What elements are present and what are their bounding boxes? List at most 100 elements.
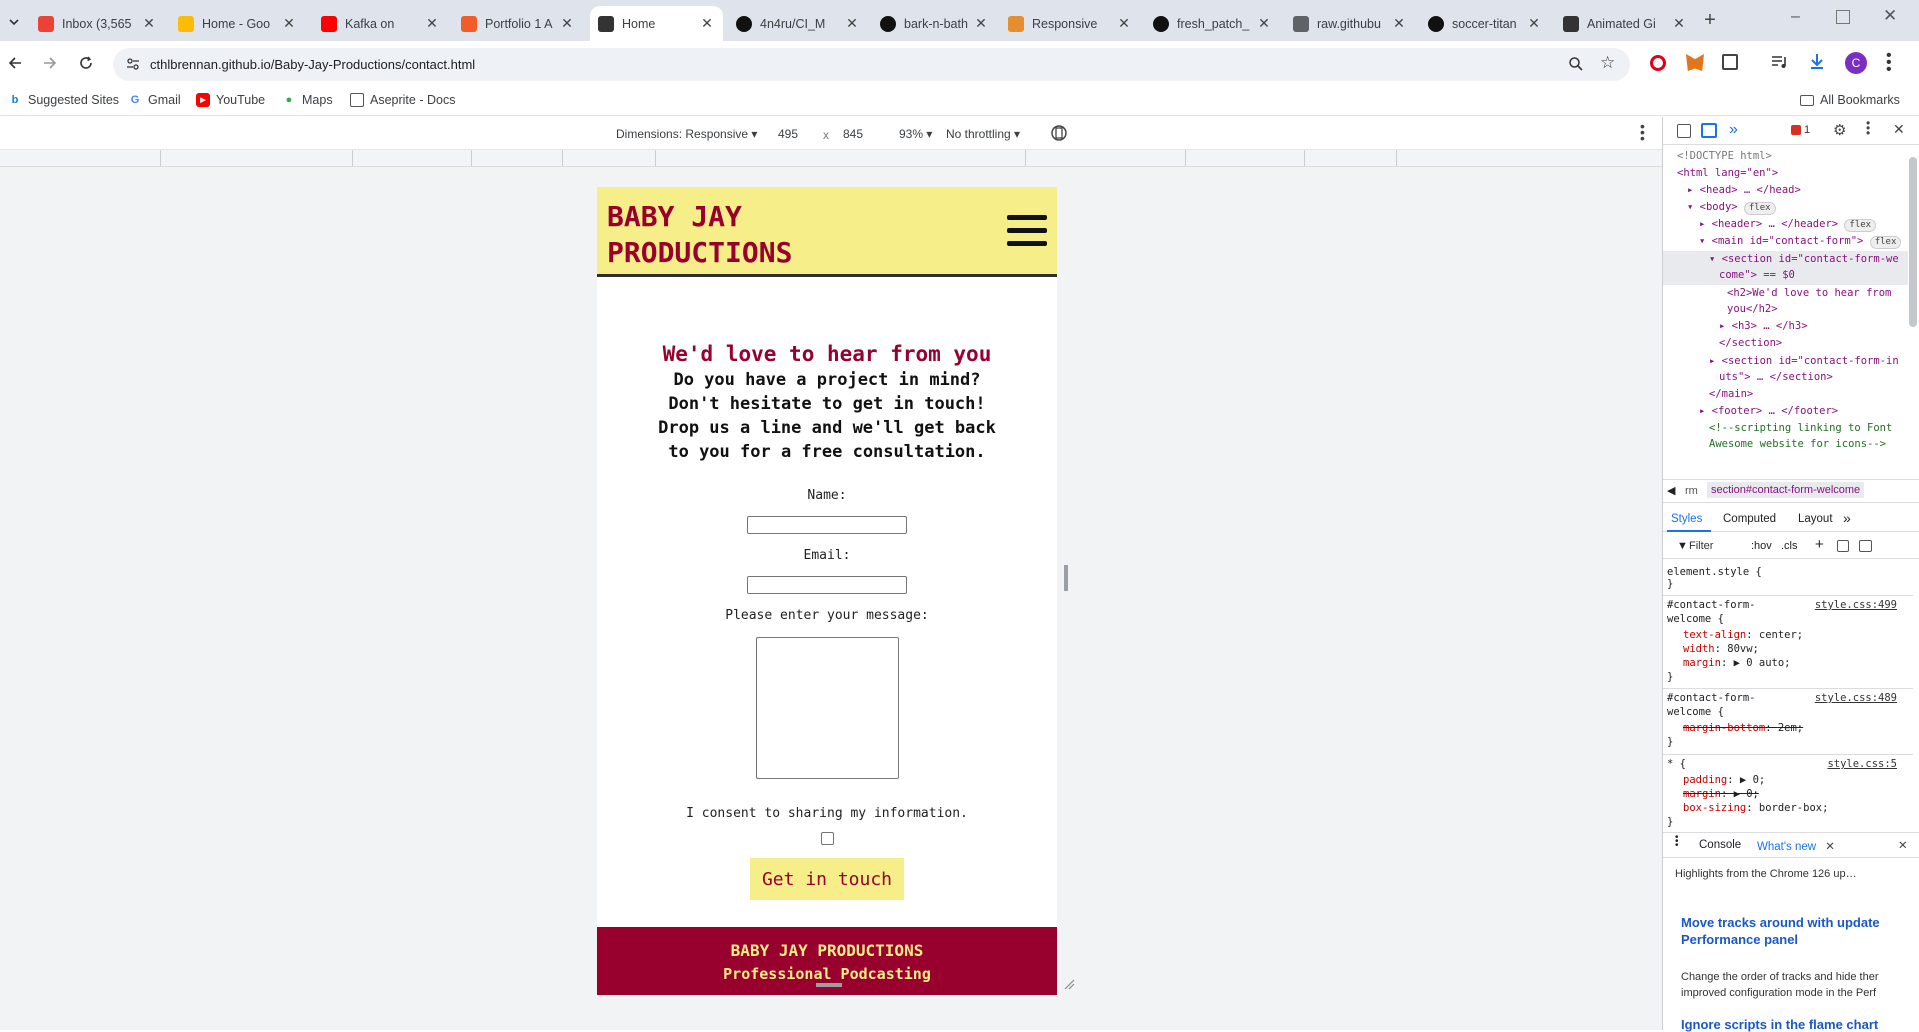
tab-item[interactable]: raw.githubu ✕ <box>1285 6 1415 41</box>
tab-item[interactable]: fresh_patch_ ✕ <box>1145 6 1280 41</box>
inspect-element-icon[interactable] <box>1677 124 1691 138</box>
flex-badge[interactable]: flex <box>1844 219 1877 232</box>
throttling-dropdown[interactable]: No throttling ▾ <box>946 127 1020 141</box>
tab-console[interactable]: Console <box>1699 839 1741 851</box>
media-controls-icon[interactable] <box>1771 54 1789 70</box>
rotate-icon[interactable] <box>1050 124 1068 142</box>
tab-close-icon[interactable]: ✕ <box>973 15 989 32</box>
metamask-extension-icon[interactable] <box>1686 54 1704 71</box>
whats-new-title[interactable]: Move tracks around with update Performan… <box>1681 914 1919 948</box>
message-textarea[interactable] <box>756 637 899 779</box>
maximize-button[interactable] <box>1836 10 1850 24</box>
cls-toggle[interactable]: .cls <box>1781 540 1798 552</box>
close-devtools-icon[interactable]: ✕ <box>1893 121 1905 138</box>
tab-item[interactable]: 4n4ru/CI_M ✕ <box>728 6 868 41</box>
dom-scrollbar[interactable] <box>1909 157 1917 327</box>
rule-decl[interactable]: box-sizing: border-box; <box>1667 801 1907 815</box>
more-panels-icon[interactable]: » <box>1729 121 1738 139</box>
tab-close-icon[interactable]: ✕ <box>559 15 575 32</box>
tab-search-button[interactable] <box>4 12 24 32</box>
dom-line[interactable]: <!--scripting linking to Font <box>1709 422 1892 434</box>
dom-line[interactable]: Awesome website for icons--> <box>1709 438 1886 450</box>
rule-decl[interactable]: margin: ▶ 0; <box>1667 787 1907 801</box>
dom-line[interactable]: <html lang="en"> <box>1677 167 1778 179</box>
zoom-dropdown[interactable]: 93% ▾ <box>899 127 932 141</box>
dom-line[interactable]: ▸ <h3> … </h3> <box>1719 320 1808 332</box>
breadcrumb-item[interactable]: rm <box>1685 485 1698 497</box>
dom-line[interactable]: ▾ <section id="contact-form-we <box>1709 253 1899 265</box>
rule-decl[interactable]: margin: ▶ 0 auto; <box>1667 656 1907 670</box>
tab-item[interactable]: soccer-titan ✕ <box>1420 6 1550 41</box>
close-window-button[interactable]: ✕ <box>1883 6 1899 26</box>
name-input[interactable] <box>747 516 907 534</box>
tab-item[interactable]: Kafka on ✕ <box>313 6 448 41</box>
tab-close-icon[interactable]: ✕ <box>699 15 715 32</box>
new-tab-button[interactable]: + <box>1700 10 1720 30</box>
drawer-menu-icon[interactable]: • • • <box>1675 833 1679 851</box>
breadcrumb-current[interactable]: section#contact-form-welcome <box>1707 482 1865 498</box>
forward-button[interactable] <box>40 53 60 73</box>
site-logo[interactable]: BABY JAY PRODUCTIONS <box>607 199 792 271</box>
width-input[interactable]: 495 <box>778 127 798 141</box>
rule-contact-form-welcome-2[interactable]: #contact-form-welcome { style.css:489 ma… <box>1667 691 1907 749</box>
dom-line[interactable]: ▸ <footer> … </footer> <box>1699 405 1838 417</box>
rule-decl[interactable]: padding: ▶ 0; <box>1667 773 1907 787</box>
tab-layout[interactable]: Layout <box>1798 513 1833 525</box>
tab-close-icon[interactable]: ✕ <box>844 15 860 32</box>
bookmark-youtube[interactable]: ▶ YouTube <box>196 93 265 107</box>
tab-whats-new[interactable]: What's new ✕ <box>1757 839 1835 853</box>
tab-close-icon[interactable]: ✕ <box>1671 15 1687 32</box>
site-info-icon[interactable] <box>126 57 140 71</box>
tab-styles[interactable]: Styles <box>1671 513 1702 525</box>
get-in-touch-button[interactable]: Get in touch <box>750 858 904 900</box>
reload-button[interactable] <box>76 53 96 73</box>
dom-line[interactable]: </section> <box>1719 337 1782 349</box>
tab-item[interactable]: Home ✕ <box>590 6 723 41</box>
tab-item[interactable]: Responsive ✕ <box>1000 6 1140 41</box>
hamburger-menu-icon[interactable] <box>1007 215 1047 249</box>
device-toolbar-menu-icon[interactable]: • • • <box>1640 119 1645 145</box>
error-count-badge[interactable]: 1 <box>1791 124 1810 136</box>
bookmark-aseprite[interactable]: Aseprite - Docs <box>350 93 455 107</box>
tab-close-icon[interactable]: ✕ <box>1116 15 1132 32</box>
bottom-resize-grip[interactable] <box>816 983 842 987</box>
extensions-puzzle-icon[interactable] <box>1722 54 1738 70</box>
dom-line[interactable]: you</h2> <box>1727 303 1778 315</box>
breadcrumb-left-arrow[interactable]: ◀ <box>1667 484 1675 497</box>
minimize-button[interactable]: – <box>1791 8 1809 28</box>
rule-decl[interactable]: margin-bottom: 2em; <box>1667 721 1907 735</box>
settings-gear-icon[interactable]: ⚙ <box>1833 121 1846 139</box>
chrome-menu-icon[interactable]: • • • <box>1886 48 1892 78</box>
style-rules[interactable]: element.style { } #contact-form-welcome … <box>1663 562 1913 957</box>
rule-decl[interactable]: text-align: center; <box>1667 628 1907 642</box>
profile-avatar[interactable]: C <box>1845 52 1867 74</box>
dom-line[interactable]: ▾ <main id="contact-form"> flex <box>1699 235 1902 249</box>
add-rule-icon[interactable]: + <box>1815 536 1824 553</box>
bookmark-suggested-sites[interactable]: b Suggested Sites <box>8 93 119 107</box>
dom-line[interactable]: <h2>We'd love to hear from <box>1727 287 1891 299</box>
close-drawer-icon[interactable]: ✕ <box>1898 838 1908 852</box>
flex-badge[interactable]: flex <box>1743 202 1776 215</box>
tab-close-icon[interactable]: ✕ <box>1256 15 1272 32</box>
tab-computed[interactable]: Computed <box>1723 513 1776 525</box>
side-resize-grip[interactable] <box>1064 565 1068 591</box>
more-tabs-icon[interactable]: » <box>1843 510 1851 526</box>
filter-input[interactable]: Filter <box>1689 540 1713 552</box>
tab-close-icon[interactable]: ✕ <box>141 15 157 32</box>
sidebar-toggle-icon[interactable] <box>1859 540 1872 552</box>
opera-extension-icon[interactable] <box>1650 55 1666 71</box>
rule-source-link[interactable]: style.css:499 <box>1815 598 1897 612</box>
tab-item[interactable]: Home - Goo ✕ <box>170 6 305 41</box>
tab-item[interactable]: Inbox (3,565 ✕ <box>30 6 165 41</box>
rule-element-style[interactable]: element.style { } <box>1667 566 1907 590</box>
rule-source-link[interactable]: style.css:489 <box>1815 691 1897 705</box>
rule-source-link[interactable]: style.css:5 <box>1827 757 1897 771</box>
download-icon[interactable] <box>1808 52 1826 70</box>
tab-close-icon[interactable]: ✕ <box>1391 15 1407 32</box>
tab-item[interactable]: bark-n-bath ✕ <box>872 6 997 41</box>
dom-line[interactable]: ▸ <section id="contact-form-in <box>1709 355 1899 367</box>
tab-close-icon[interactable]: ✕ <box>1526 15 1542 32</box>
flex-badge[interactable]: flex <box>1869 236 1902 249</box>
dom-line[interactable]: uts"> … </section> <box>1719 371 1833 383</box>
close-tab-icon[interactable]: ✕ <box>1825 841 1835 853</box>
